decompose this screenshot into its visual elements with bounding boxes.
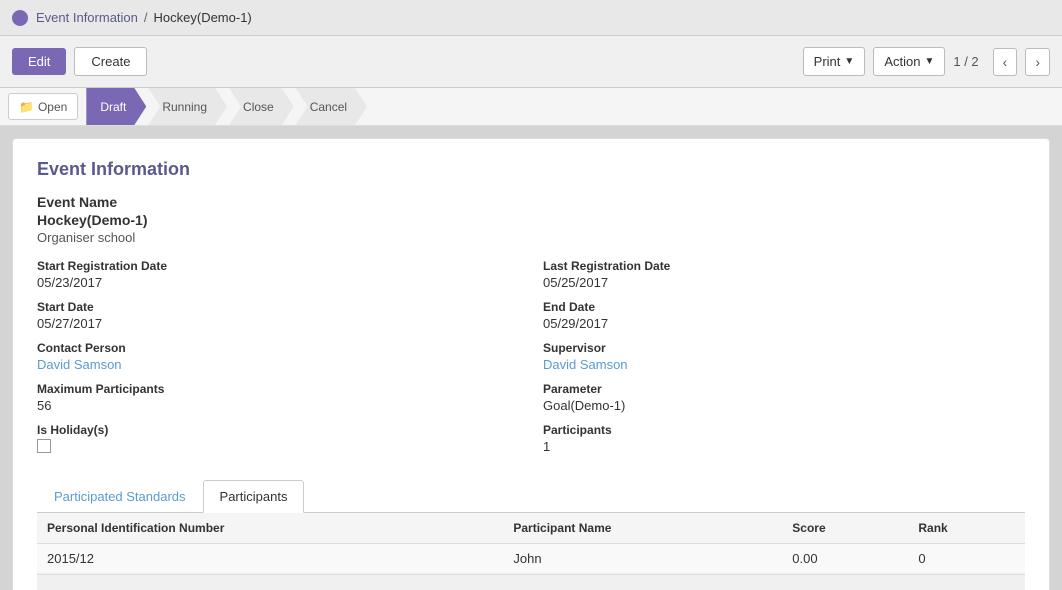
field-start-reg-date: Start Registration Date 05/23/2017: [37, 259, 519, 290]
field-contact-person: Contact Person David Samson: [37, 341, 519, 372]
next-button[interactable]: ›: [1025, 48, 1050, 76]
action-label: Action: [884, 54, 920, 69]
breadcrumb-link[interactable]: Event Information: [36, 10, 138, 25]
field-start-date: Start Date 05/27/2017: [37, 300, 519, 331]
folder-icon: 📁: [19, 100, 34, 114]
pagination-info: 1 / 2: [953, 54, 978, 69]
field-supervisor: Supervisor David Samson: [543, 341, 1025, 372]
breadcrumb-separator: /: [144, 10, 148, 25]
print-dropdown-arrow: ▼: [844, 56, 854, 67]
tabs: Participated Standards Participants: [37, 480, 1025, 513]
field-last-reg-date: Last Registration Date 05/25/2017: [543, 259, 1025, 290]
field-participants: Participants 1: [543, 423, 1025, 454]
participants-table: Personal Identification Number Participa…: [37, 513, 1025, 574]
breadcrumb-current: Hockey(Demo-1): [154, 10, 252, 25]
status-step-close[interactable]: Close: [229, 88, 294, 125]
event-card: Event Information Event Name Hockey(Demo…: [12, 138, 1050, 590]
cell-pid: 2015/12: [37, 544, 503, 574]
breadcrumb-bar: Event Information / Hockey(Demo-1): [0, 0, 1062, 36]
edit-button[interactable]: Edit: [12, 48, 66, 75]
supervisor-link[interactable]: David Samson: [543, 357, 1025, 372]
contact-person-link[interactable]: David Samson: [37, 357, 519, 372]
col-pid: Personal Identification Number: [37, 513, 503, 544]
tab-participants[interactable]: Participants: [203, 480, 305, 513]
create-button[interactable]: Create: [74, 47, 147, 76]
cell-score: 0.00: [782, 544, 908, 574]
prev-button[interactable]: ‹: [993, 48, 1018, 76]
fields-right: Last Registration Date 05/25/2017 End Da…: [543, 259, 1025, 464]
fields-left: Start Registration Date 05/23/2017 Start…: [37, 259, 519, 464]
breadcrumb-icon: [12, 10, 28, 26]
open-button[interactable]: 📁 Open: [8, 93, 78, 120]
col-rank: Rank: [908, 513, 1025, 544]
table-footer: [37, 574, 1025, 590]
status-step-draft[interactable]: Draft: [86, 88, 146, 125]
fields-grid: Start Registration Date 05/23/2017 Start…: [37, 259, 1025, 464]
action-button[interactable]: Action ▼: [873, 47, 945, 76]
field-is-holiday: Is Holiday(s): [37, 423, 519, 453]
status-step-cancel[interactable]: Cancel: [296, 88, 367, 125]
toolbar: Edit Create Print ▼ Action ▼ 1 / 2 ‹ ›: [0, 36, 1062, 88]
print-label: Print: [814, 54, 841, 69]
status-step-running[interactable]: Running: [148, 88, 227, 125]
field-parameter: Parameter Goal(Demo-1): [543, 382, 1025, 413]
col-name: Participant Name: [503, 513, 782, 544]
cell-name: John: [503, 544, 782, 574]
event-name-label: Event Name: [37, 194, 1025, 210]
cell-rank: 0: [908, 544, 1025, 574]
print-button[interactable]: Print ▼: [803, 47, 866, 76]
table-row: 2015/12 John 0.00 0: [37, 544, 1025, 574]
event-name-value: Hockey(Demo-1): [37, 212, 1025, 228]
field-max-participants: Maximum Participants 56: [37, 382, 519, 413]
status-bar: 📁 Open Draft Running Close Cancel: [0, 88, 1062, 126]
open-label: Open: [38, 100, 67, 114]
card-title: Event Information: [37, 159, 1025, 180]
action-dropdown-arrow: ▼: [924, 56, 934, 67]
main-content: Event Information Event Name Hockey(Demo…: [0, 126, 1062, 590]
col-score: Score: [782, 513, 908, 544]
is-holiday-checkbox[interactable]: [37, 439, 51, 453]
organiser-value: Organiser school: [37, 230, 1025, 245]
status-steps: Draft Running Close Cancel: [86, 88, 1062, 125]
field-end-date: End Date 05/29/2017: [543, 300, 1025, 331]
tab-participated-standards[interactable]: Participated Standards: [37, 480, 203, 512]
